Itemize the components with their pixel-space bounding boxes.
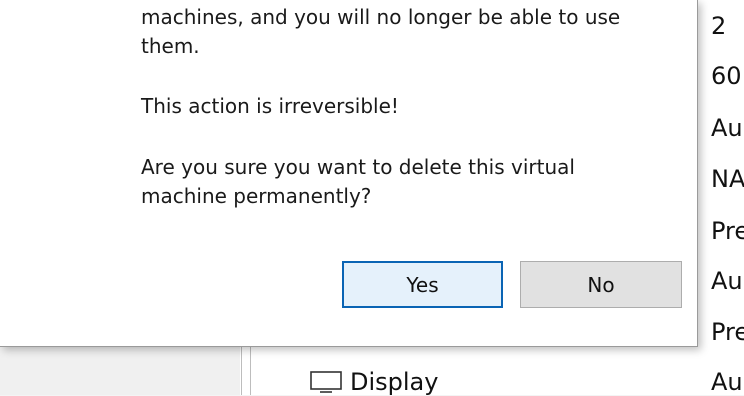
setting-value: Au (711, 368, 743, 396)
setting-value: 60 (711, 62, 742, 90)
setting-value: Pre (711, 318, 744, 346)
delete-confirm-dialog: machines, and you will no longer be able… (0, 0, 698, 347)
yes-button[interactable]: Yes (342, 261, 503, 308)
question-line: machine permanently? (141, 184, 372, 208)
question-line: Are you sure you want to delete this vir… (141, 155, 575, 179)
setting-value: Au (711, 267, 743, 295)
display-label: Display (350, 367, 439, 396)
left-pane (0, 345, 240, 395)
settings-item-display[interactable]: Display (310, 367, 439, 396)
no-button[interactable]: No (520, 261, 682, 308)
monitor-icon (310, 370, 342, 393)
divider (250, 345, 251, 395)
warning-text: This action is irreversible! (141, 94, 399, 118)
setting-value: Au (711, 114, 743, 142)
message-line: machines, and you will no longer be able… (141, 5, 621, 29)
message-line: them. (141, 34, 200, 58)
settings-values-column: 2 60 Au NA Pre Au Pre Au (711, 0, 744, 396)
setting-value: 2 (711, 12, 727, 40)
setting-value: Pre (711, 217, 744, 245)
divider (241, 345, 242, 395)
setting-value: NA (711, 165, 744, 193)
